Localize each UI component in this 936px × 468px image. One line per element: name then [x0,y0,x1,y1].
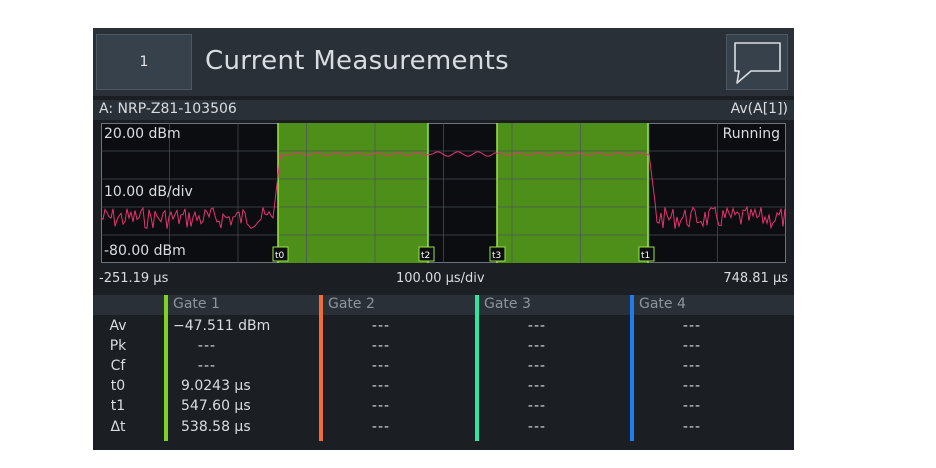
gate-region-2 [497,123,648,263]
ref-level-label: 20.00 dBm [104,126,181,142]
gate-results-table: Gate 1 Gate 2 Gate 3 Gate 4 Av −47.511 d… [93,295,794,450]
gate-2-t0-value: --- [371,378,391,394]
marker-label: t0 [275,251,285,261]
gate-4-header[interactable]: Gate 4 [639,296,686,312]
gate-3-header[interactable]: Gate 3 [484,296,531,312]
gate-4-t0-value: --- [682,378,702,394]
gate-3-pk-value: --- [527,338,547,354]
row-label-av: Av [109,318,127,334]
gate-2-color-bar [319,295,323,441]
trace-display[interactable]: t0 t2 t3 t1 20.00 dBm 10.00 dB/div -80.00 d… [101,123,786,263]
gate-1-dt-value: 538.58 µs [181,419,251,435]
message-button[interactable] [726,34,788,90]
gate-1-color-bar [164,295,168,441]
gate-2-pk-value: --- [371,338,391,354]
marker-t2[interactable]: t2 [418,246,435,262]
gate-3-av-value: --- [527,318,547,334]
time-start: -251.19 µs [99,271,169,286]
marker-label: t2 [421,251,430,261]
window-number: 1 [139,54,149,70]
gate-2-t1-value: --- [371,398,391,414]
row-label-dt: Δt [110,419,126,435]
time-end: 748.81 µs [723,271,788,286]
marker-t3[interactable]: t3 [489,246,506,262]
gate-3-dt-value: --- [527,419,547,435]
gate-3-t1-value: --- [527,398,547,414]
run-status: Running [722,126,780,142]
gate-2-dt-value: --- [371,419,391,435]
gate-1-t0-value: 9.0243 µs [181,378,251,394]
page-title: Current Measurements [205,46,509,76]
sensor-name: A: NRP-Z81-103506 [99,101,237,117]
trace-graph: t0 t2 t3 t1 [101,123,786,263]
bottom-level-label: -80.00 dBm [104,243,186,259]
gate-2-av-value: --- [371,318,391,334]
power-meter-display: 1 Current Measurements A: NRP-Z81-103506… [93,28,794,450]
gate-3-cf-value: --- [527,358,547,374]
speech-bubble-icon [734,42,781,84]
header-bar: 1 Current Measurements [93,28,794,96]
gate-3-color-bar [475,295,479,441]
sensor-info-bar: A: NRP-Z81-103506 Av(A[1]) [93,100,794,120]
window-number-button[interactable]: 1 [96,34,192,90]
row-label-pk: Pk [109,338,127,354]
marker-t0[interactable]: t0 [272,246,289,262]
row-label-t0: t0 [110,378,126,394]
timebase-bar: -251.19 µs 100.00 µs/div 748.81 µs [93,267,794,291]
gate-4-pk-value: --- [682,338,702,354]
time-per-div: 100.00 µs/div [396,271,485,286]
gate-4-dt-value: --- [682,419,702,435]
marker-t1[interactable]: t1 [638,246,655,262]
row-label-t1: t1 [110,398,126,414]
gate-1-av-value: −47.511 dBm [173,318,271,334]
gate-region-1 [278,123,428,263]
gate-4-color-bar [630,295,634,441]
gate-1-t1-value: 547.60 µs [181,398,251,414]
scale-label: 10.00 dB/div [104,184,193,200]
gate-1-cf-value: --- [197,358,217,374]
gate-4-t1-value: --- [682,398,702,414]
gate-2-header[interactable]: Gate 2 [328,296,375,312]
gate-4-cf-value: --- [682,358,702,374]
measurement-function: Av(A[1]) [730,101,788,117]
gate-4-av-value: --- [682,318,702,334]
gate-3-t0-value: --- [527,378,547,394]
gate-1-pk-value: --- [197,338,217,354]
row-label-cf: Cf [110,358,126,374]
gate-1-header[interactable]: Gate 1 [173,296,220,312]
marker-label: t3 [492,251,501,261]
gate-2-cf-value: --- [371,358,391,374]
marker-label: t1 [641,251,650,261]
